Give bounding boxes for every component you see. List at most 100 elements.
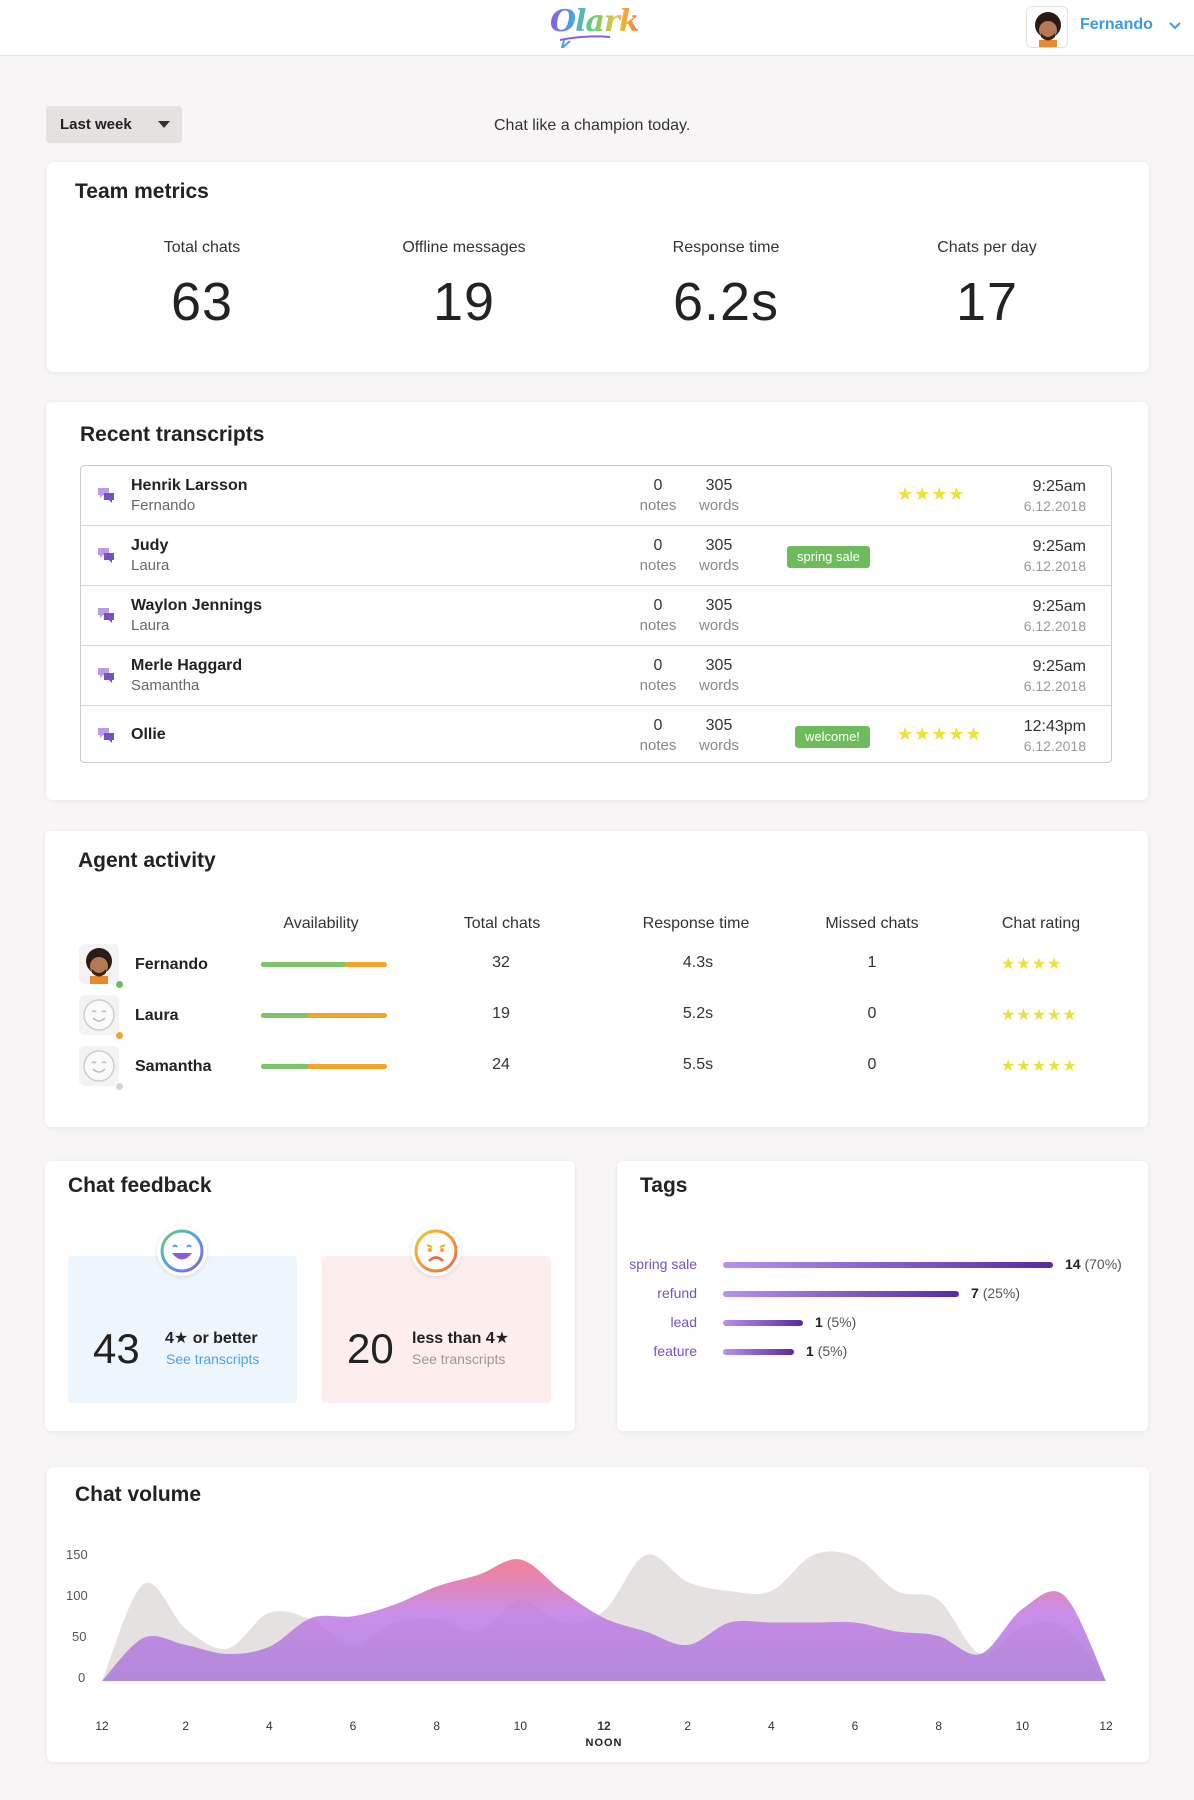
tag-value: 1 (5%) (806, 1343, 847, 1359)
chat-bubbles-icon (98, 548, 114, 563)
transcript-tag[interactable]: welcome! (795, 726, 870, 748)
notes-label: notes (639, 737, 677, 754)
tag-count: 1 (806, 1343, 814, 1359)
words-label: words (698, 737, 739, 754)
visitor-name[interactable]: Henrik Larsson (131, 477, 247, 495)
tag-percent: (70%) (1084, 1256, 1122, 1272)
agent-name: Laura (131, 617, 170, 634)
notes-count: 0 (653, 597, 663, 614)
total-chats-value: 32 (492, 954, 510, 971)
missed-chats-value: 0 (867, 1056, 877, 1073)
tag-label[interactable]: refund (617, 1285, 697, 1301)
recent-transcripts-card: Recent transcripts Henrik Larsson Fernand… (46, 402, 1148, 800)
notes-label: notes (639, 557, 677, 574)
x-tick-label: 10 (1015, 1719, 1029, 1733)
noon-label: NOON (585, 1737, 623, 1749)
rating-stars: ★★★★ (897, 484, 966, 504)
card-title: Chat feedback (68, 1174, 212, 1197)
metric-label: Chats per day (937, 239, 1037, 256)
transcript-date: 6.12.2018 (1023, 738, 1086, 754)
x-tick-label: 2 (684, 1719, 691, 1733)
team-metrics-card: Team metrics Total chats 63 Offline mess… (47, 162, 1149, 372)
transcript-row[interactable]: Waylon Jennings Laura 0 notes 305 words 9:25am… (81, 586, 1111, 646)
availability-bar (261, 962, 387, 967)
agent-row[interactable]: Fernando 32 4.3s 1 ★★★★ (45, 944, 1145, 994)
words-label: words (698, 497, 739, 514)
sad-face-icon (411, 1226, 461, 1276)
agent-row[interactable]: Laura 19 5.2s 0 ★★★★★ (45, 995, 1145, 1045)
tag-count: 7 (971, 1285, 979, 1301)
positive-count: 43 (93, 1325, 140, 1372)
total-chats-value: 19 (492, 1005, 510, 1022)
metric-offline-messages: Offline messages 19 (334, 239, 594, 333)
availability-online-fill (261, 962, 346, 967)
chevron-down-icon[interactable] (1166, 16, 1184, 34)
missed-chats-value: 0 (867, 1005, 877, 1022)
availability-bar (261, 1064, 387, 1069)
transcript-row[interactable]: Henrik Larsson Fernando 0 notes 305 words ★★★★… (81, 466, 1111, 526)
words-count: 305 (705, 597, 733, 614)
transcript-row[interactable]: Merle Haggard Samantha 0 notes 305 words 9:25a… (81, 646, 1111, 706)
tag-label[interactable]: lead (617, 1314, 697, 1330)
tag-label[interactable]: feature (617, 1343, 697, 1359)
agent-name[interactable]: Fernando (135, 956, 208, 974)
tag-label[interactable]: spring sale (617, 1256, 697, 1272)
transcript-tag[interactable]: spring sale (787, 546, 870, 568)
availability-online-fill (261, 1064, 308, 1069)
transcript-row[interactable]: Judy Laura 0 notes 305 words spring sale 9:25am… (81, 526, 1111, 586)
tag-percent: (5%) (817, 1343, 848, 1359)
status-dot (115, 1031, 124, 1040)
tag-bar (723, 1262, 1053, 1268)
visitor-name[interactable]: Merle Haggard (131, 657, 242, 675)
tag-value: 7 (25%) (971, 1285, 1020, 1301)
tag-bar (723, 1320, 803, 1326)
olark-logo[interactable]: Olark (550, 4, 640, 48)
response-time-value: 4.3s (682, 954, 714, 971)
negative-see-transcripts-link[interactable]: See transcripts (412, 1351, 505, 1367)
caret-down-icon (158, 121, 170, 128)
positive-see-transcripts-link[interactable]: See transcripts (166, 1351, 259, 1367)
notes-count: 0 (653, 717, 663, 734)
notes-label: notes (639, 617, 677, 634)
words-count: 305 (705, 657, 733, 674)
agent-activity-card: Agent activity Availability Total chats … (45, 831, 1148, 1127)
rating-stars: ★★★★★ (1001, 1058, 1078, 1075)
transcript-date: 6.12.2018 (1023, 558, 1086, 574)
visitor-name[interactable]: Judy (131, 537, 168, 555)
words-label: words (698, 557, 739, 574)
user-avatar[interactable] (1026, 6, 1068, 48)
date-range-dropdown[interactable]: Last week (46, 106, 182, 143)
chat-feedback-card: Chat feedback 43 4★ or better See transc… (45, 1161, 575, 1431)
notes-label: notes (639, 677, 677, 694)
agent-avatar (79, 995, 119, 1035)
logo-underline-icon (559, 35, 611, 48)
tag-percent: (5%) (826, 1314, 857, 1330)
agent-name[interactable]: Samantha (135, 1058, 211, 1076)
column-header-availability: Availability (283, 915, 359, 932)
x-tick-label: 8 (433, 1719, 440, 1733)
notes-label: notes (639, 497, 677, 514)
column-header-total-chats: Total chats (463, 915, 541, 932)
positive-label: 4★ or better (165, 1330, 258, 1347)
chat-bubbles-icon (98, 488, 114, 503)
x-tick-label: 2 (182, 1719, 189, 1733)
tag-percent: (25%) (982, 1285, 1021, 1301)
column-header-response-time: Response time (642, 915, 750, 932)
card-title: Team metrics (75, 180, 209, 203)
tag-value: 14 (70%) (1065, 1256, 1122, 1272)
agent-name[interactable]: Laura (135, 1007, 179, 1025)
words-label: words (698, 617, 739, 634)
transcript-time: 12:43pm (1023, 718, 1086, 735)
visitor-name[interactable]: Waylon Jennings (131, 597, 262, 615)
agent-row[interactable]: Samantha 24 5.5s 0 ★★★★★ (45, 1046, 1145, 1096)
visitor-name[interactable]: Ollie (131, 726, 166, 744)
user-name[interactable]: Fernando (1080, 16, 1153, 34)
metric-value: 17 (955, 272, 1019, 332)
happy-face-icon (157, 1226, 207, 1276)
words-label: words (698, 677, 739, 694)
tagline: Chat like a champion today. (494, 117, 691, 134)
transcript-row[interactable]: Ollie 0 notes 305 words welcome! ★★★★★ 12:43pm 6… (81, 706, 1111, 762)
x-tick-label: 12 (1099, 1719, 1113, 1733)
metric-chats-per-day: Chats per day 17 (857, 239, 1117, 333)
x-tick-label: 12 (95, 1719, 109, 1733)
